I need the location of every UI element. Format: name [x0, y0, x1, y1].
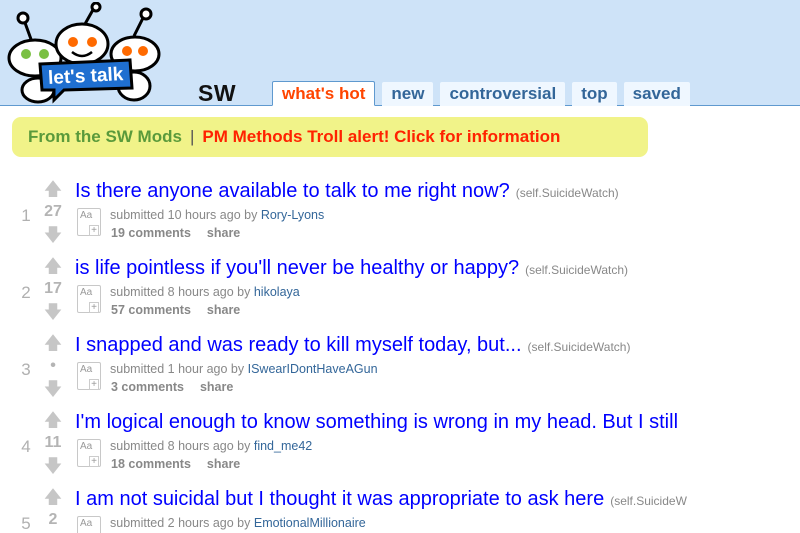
submitted-text: submitted 1 hour ago by [110, 362, 245, 376]
share-link[interactable]: share [207, 226, 240, 240]
tab-saved[interactable]: saved [623, 82, 690, 106]
expand-icon[interactable]: + [89, 302, 99, 313]
post-title-link[interactable]: Is there anyone available to talk to me … [75, 180, 510, 202]
text-post-thumbnail-icon[interactable]: Aa + [77, 285, 101, 313]
post-domain[interactable]: (self.SuicideWatch) [528, 340, 631, 354]
post-domain[interactable]: (self.SuicideWatch) [525, 263, 628, 277]
share-link[interactable]: share [207, 303, 240, 317]
post-rank: 3 [21, 360, 31, 379]
list-item: 2 🡅 17 🡇 is life pointless if you'll never b… [0, 257, 800, 327]
announcement-bar: From the SW Mods | PM Methods Troll alert!… [12, 117, 648, 157]
post-author-link[interactable]: hikolaya [254, 285, 300, 299]
post-title-link[interactable]: is life pointless if you'll never be hea… [75, 257, 519, 279]
comments-link[interactable]: 18 comments [111, 457, 191, 471]
post-tagline: submitted 2 hours ago by EmotionalMillio… [110, 516, 366, 530]
comments-link[interactable]: 3 comments [111, 380, 184, 394]
arrow-down-icon[interactable]: 🡇 [43, 457, 63, 475]
thumbnail-aa-glyph: Aa [80, 287, 93, 298]
list-item: 3 🡅 • 🡇 I snapped and was ready to kill myse… [0, 334, 800, 404]
post-rank: 4 [21, 437, 31, 456]
tab-new[interactable]: new [382, 82, 434, 106]
arrow-up-icon[interactable]: 🡅 [43, 411, 63, 429]
arrow-down-icon[interactable]: 🡇 [43, 380, 63, 398]
sort-tabs: what's hot new controversial top saved [272, 81, 697, 106]
tab-top[interactable]: top [572, 82, 617, 106]
thumbnail-aa-glyph: Aa [80, 441, 93, 452]
submitted-text: submitted 2 hours ago by [110, 516, 251, 530]
mods-announcement-label: From the SW Mods [28, 127, 182, 146]
expand-icon[interactable]: + [89, 379, 99, 390]
logo-text: let's talk [48, 64, 125, 89]
arrow-down-icon[interactable]: 🡇 [43, 303, 63, 321]
post-author-link[interactable]: EmotionalMillionaire [254, 516, 366, 530]
thumbnail-aa-glyph: Aa [80, 210, 93, 221]
post-rank: 1 [21, 206, 31, 225]
post-tagline: submitted 8 hours ago by hikolaya [110, 285, 300, 299]
post-buttons: 57 comments share [111, 303, 256, 317]
list-item: 5🡅2🡇I am not suicidal but I thought it w… [0, 488, 800, 533]
arrow-up-icon[interactable]: 🡅 [43, 257, 63, 275]
post-score: 11 [44, 434, 62, 451]
post-title-row: I snapped and was ready to kill myself t… [75, 334, 800, 357]
comments-link[interactable]: 19 comments [111, 226, 191, 240]
post-tagline: submitted 1 hour ago by ISwearIDontHaveA… [110, 362, 378, 376]
thumbnail-aa-glyph: Aa [80, 364, 93, 375]
arrow-up-icon[interactable]: 🡅 [43, 488, 63, 506]
post-tagline: submitted 8 hours ago by find_me42 [110, 439, 312, 453]
post-title-row: I'm logical enough to know something is … [75, 411, 800, 434]
post-score: • [50, 357, 56, 374]
post-title-link[interactable]: I snapped and was ready to kill myself t… [75, 334, 522, 356]
post-score: 2 [48, 511, 58, 528]
tab-controversial[interactable]: controversial [440, 82, 566, 106]
submitted-text: submitted 8 hours ago by [110, 285, 251, 299]
post-title-row: I am not suicidal but I thought it was a… [75, 488, 800, 511]
thumbnail-aa-glyph: Aa [80, 518, 93, 529]
post-rank: 5 [21, 514, 31, 533]
post-buttons: 19 comments share [111, 226, 256, 240]
post-domain[interactable]: (self.SuicideWatch) [516, 186, 619, 200]
reddit-alien-mascots-logo[interactable]: let's talk [2, 2, 168, 104]
submitted-text: submitted 8 hours ago by [110, 439, 251, 453]
post-rank: 2 [21, 283, 31, 302]
troll-alert-link[interactable]: PM Methods Troll alert! Click for inform… [202, 127, 560, 146]
announcement-separator: | [189, 127, 195, 146]
text-post-thumbnail-icon[interactable]: Aa + [77, 439, 101, 467]
post-title-link[interactable]: I am not suicidal but I thought it was a… [75, 488, 604, 510]
list-item: 4 🡅 11 🡇 I'm logical enough to know somethin… [0, 411, 800, 481]
arrow-down-icon[interactable]: 🡇 [43, 226, 63, 244]
post-domain[interactable]: (self.SuicideW [610, 494, 687, 508]
post-buttons: 3 comments share [111, 380, 249, 394]
text-post-thumbnail-icon[interactable]: Aa+ [77, 516, 101, 533]
expand-icon[interactable]: + [89, 225, 99, 236]
text-post-thumbnail-icon[interactable]: Aa + [77, 362, 101, 390]
post-score: 27 [44, 203, 62, 220]
post-title-row: Is there anyone available to talk to me … [75, 180, 800, 203]
post-author-link[interactable]: find_me42 [254, 439, 312, 453]
post-tagline: submitted 10 hours ago by Rory-Lyons [110, 208, 324, 222]
post-author-link[interactable]: Rory-Lyons [261, 208, 324, 222]
post-title-row: is life pointless if you'll never be hea… [75, 257, 800, 280]
share-link[interactable]: share [200, 380, 233, 394]
comments-link[interactable]: 57 comments [111, 303, 191, 317]
text-post-thumbnail-icon[interactable]: Aa + [77, 208, 101, 236]
post-score: 17 [44, 280, 62, 297]
submitted-text: submitted 10 hours ago by [110, 208, 258, 222]
tab-whats-hot[interactable]: what's hot [272, 81, 376, 106]
subreddit-name[interactable]: SW [198, 80, 236, 107]
expand-icon[interactable]: + [89, 456, 99, 467]
list-item: 1 🡅 27 🡇 Is there anyone available to talk t… [0, 180, 800, 250]
post-author-link[interactable]: ISwearIDontHaveAGun [248, 362, 378, 376]
site-header: let's talk SW what's hot new controversi… [0, 0, 800, 106]
share-link[interactable]: share [207, 457, 240, 471]
arrow-up-icon[interactable]: 🡅 [43, 334, 63, 352]
arrow-up-icon[interactable]: 🡅 [43, 180, 63, 198]
post-buttons: 18 comments share [111, 457, 256, 471]
post-title-link[interactable]: I'm logical enough to know something is … [75, 411, 678, 433]
